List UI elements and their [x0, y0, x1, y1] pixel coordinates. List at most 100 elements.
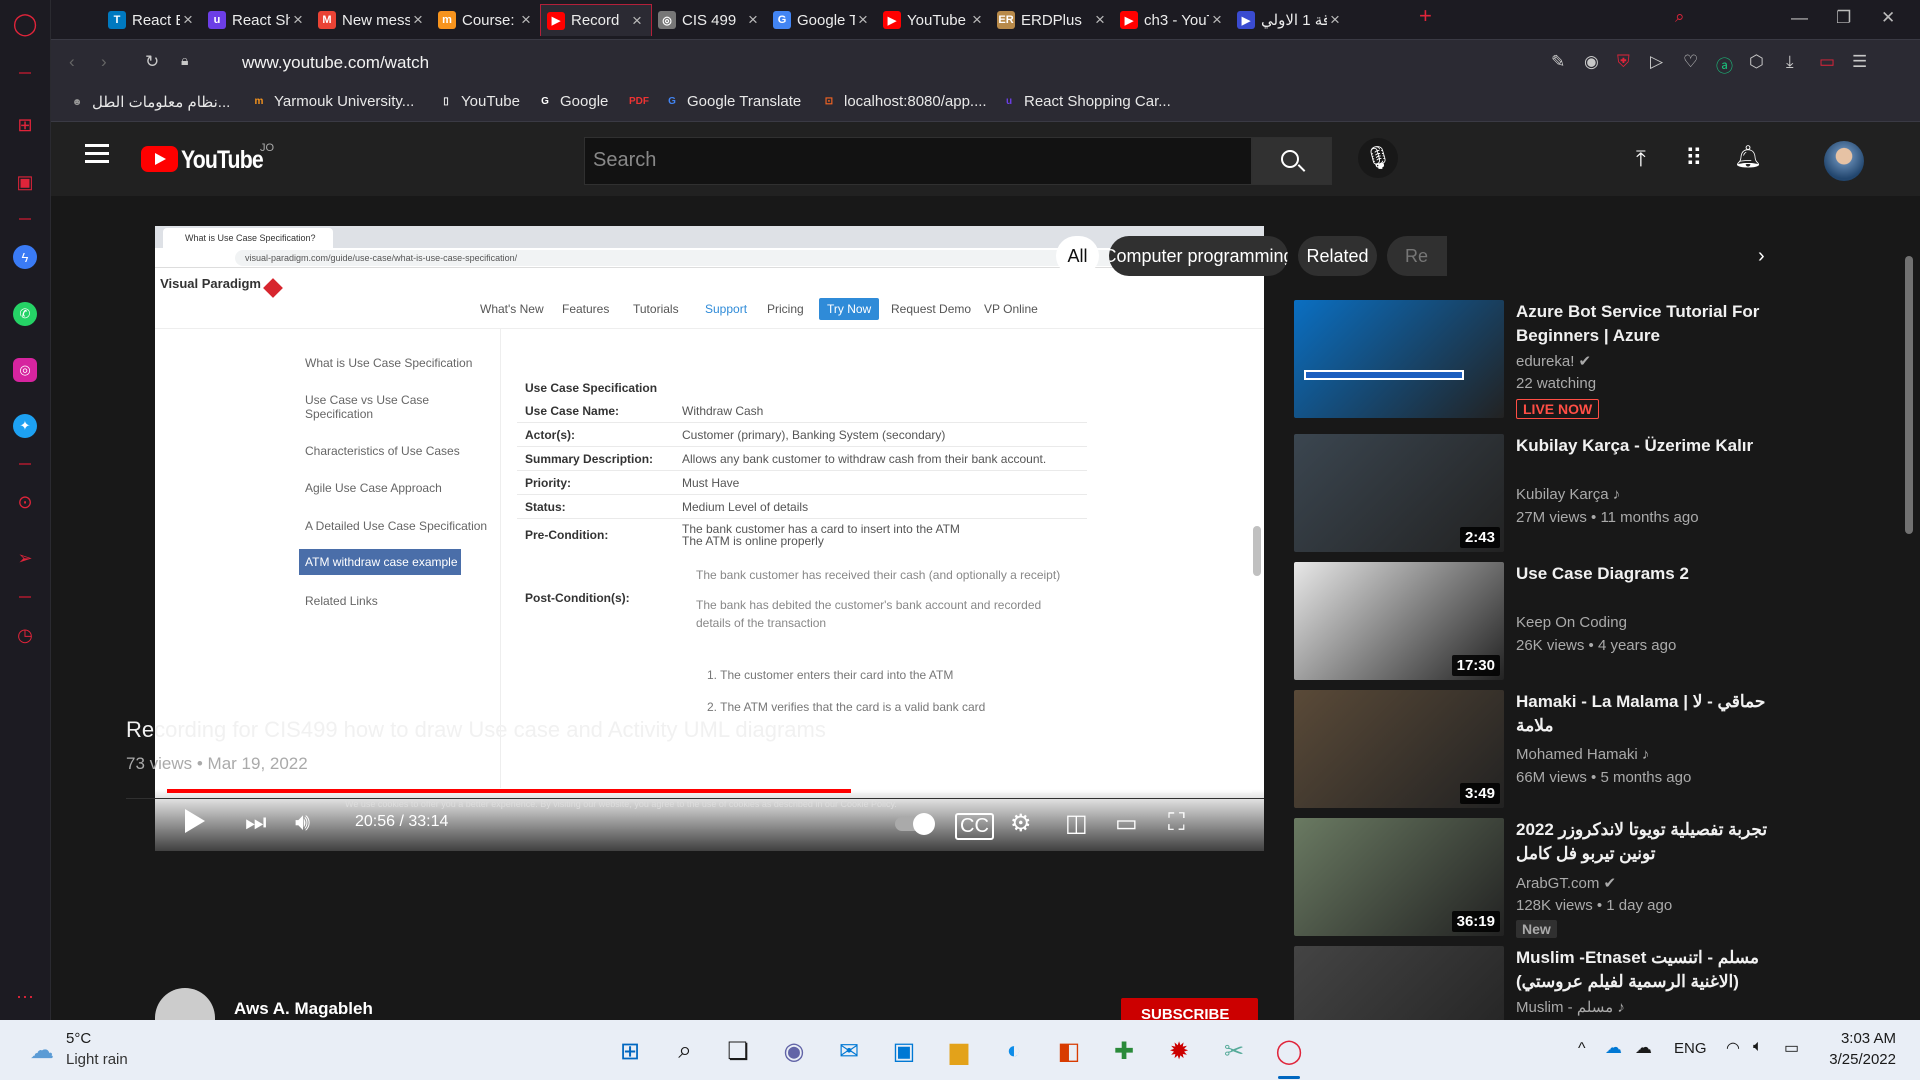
search-button[interactable] [1252, 137, 1332, 185]
like-icon[interactable]: 👍︎ [793, 754, 814, 778]
channel-avatar[interactable] [155, 988, 215, 1020]
related-video[interactable]: 36:19 تجربة تفصيلية تويوتا لاندكروزر 2022… [1294, 818, 1794, 938]
tab-close-icon[interactable]: × [969, 10, 985, 30]
file-explorer-icon[interactable]: ▆ [944, 1036, 974, 1066]
share-icon[interactable]: ➦ [991, 754, 1008, 779]
like-count[interactable]: 1 [827, 756, 836, 776]
extension-a-icon[interactable]: ⓐ [1716, 52, 1733, 77]
language-indicator[interactable]: ENG [1674, 1040, 1707, 1057]
shopping-bag-icon[interactable]: ⊞ [13, 113, 37, 137]
dislike-button[interactable]: DISLIKE [901, 756, 968, 776]
tab-close-icon[interactable]: × [855, 10, 871, 30]
mail-icon[interactable]: ✉ [834, 1036, 864, 1066]
snap-icon[interactable]: ✎ [1551, 52, 1565, 72]
speaker-icon[interactable]: 🔈︎ [1753, 1038, 1763, 1056]
tab-close-icon[interactable]: × [1327, 10, 1343, 30]
miniplayer-button[interactable]: ◫ [1065, 809, 1088, 838]
url-text[interactable]: www.youtube.com/watch [242, 53, 429, 73]
tab-close-icon[interactable]: × [1209, 10, 1225, 30]
app-red-icon[interactable]: ✹ [1164, 1036, 1194, 1066]
microphone-icon[interactable]: 🎙︎ [1358, 138, 1398, 178]
weather-condition[interactable]: Light rain [66, 1051, 128, 1068]
maximize-button[interactable]: ❐ [1836, 8, 1851, 28]
hamburger-menu-icon[interactable] [85, 144, 109, 147]
clock-date[interactable]: 3/25/2022 [1820, 1051, 1896, 1068]
video-thumbnail[interactable]: 2:43 [1294, 434, 1504, 552]
share-button[interactable]: SHARE [1029, 756, 1089, 776]
send-icon[interactable]: ➢ [13, 546, 37, 570]
related-video[interactable]: 2:43 Kubilay Karça - Üzerime Kalır Kubilay… [1294, 434, 1794, 552]
reload-icon[interactable]: ↻ [145, 52, 159, 72]
weather-temp[interactable]: 5°C [66, 1030, 91, 1047]
settings-gear-icon[interactable]: ⚙ [1010, 809, 1032, 838]
save-icon[interactable]: ≡+ [1115, 754, 1138, 777]
player-icon[interactable]: ⊙ [13, 490, 37, 514]
channel-name[interactable]: Aws A. Magableh [234, 999, 373, 1019]
fullscreen-button[interactable]: ⛶ [1168, 809, 1185, 837]
related-video-title[interactable]: Muslim -Etnaset مسلم - اتنسيت (الاغنية ا… [1516, 946, 1776, 994]
related-video-title[interactable]: Azure Bot Service Tutorial For Beginners… [1516, 300, 1776, 348]
related-video-channel[interactable]: Keep On Coding [1516, 614, 1627, 631]
twitch-icon[interactable]: ▣ [13, 170, 37, 194]
filter-chip[interactable]: Computer programming [1109, 236, 1288, 276]
taskbar-search-icon[interactable]: ⌕ [670, 1036, 700, 1066]
bookmark-item[interactable]: ⊡ localhost:8080/app.... [821, 93, 987, 110]
related-video[interactable]: 17:30 Use Case Diagrams 2 Keep On Coding 26… [1294, 562, 1794, 680]
autoplay-toggle[interactable] [895, 813, 935, 835]
save-button[interactable]: SAVE [1151, 756, 1196, 776]
related-video[interactable]: Azure Bot Service Tutorial For Beginners… [1294, 300, 1794, 419]
tab-close-icon[interactable]: × [745, 10, 761, 30]
tab-close-icon[interactable]: × [410, 10, 426, 30]
tab[interactable]: ER ERDPlus × [991, 4, 1114, 36]
bookmark-item[interactable]: ☻ نظام معلومات الطل... [69, 93, 231, 111]
flow-icon[interactable]: ▷ [1650, 52, 1663, 72]
chevron-right-icon[interactable]: › [1758, 245, 1765, 268]
bookmark-item[interactable]: G Google [537, 93, 608, 110]
tab-close-icon[interactable]: × [180, 10, 196, 30]
video-thumbnail[interactable] [1294, 300, 1504, 418]
tab-close-icon[interactable]: × [518, 10, 534, 30]
tab[interactable]: ▶ YouTube - × [877, 4, 991, 36]
bookmark-item[interactable]: ▯ YouTube [438, 93, 520, 110]
start-icon[interactable]: ⊞ [615, 1036, 645, 1066]
related-video-title[interactable]: تجربة تفصيلية تويوتا لاندكروزر 2022 توني… [1516, 818, 1776, 866]
subscribe-button[interactable]: SUBSCRIBE [1121, 998, 1258, 1020]
twitter-icon[interactable]: ✦ [13, 414, 37, 438]
more-icon[interactable]: ⋯ [13, 985, 37, 1009]
filter-chip[interactable]: Related [1298, 236, 1377, 276]
filter-chip[interactable]: Re [1387, 236, 1447, 276]
clock-time[interactable]: 3:03 AM [1820, 1030, 1896, 1047]
tab-close-icon[interactable]: × [1092, 10, 1108, 30]
more-actions-icon[interactable]: ⋯ [1227, 750, 1249, 776]
notifications-bell-icon[interactable]: 🔔︎ [1734, 144, 1762, 170]
related-video-channel[interactable]: edureka! ✔ [1516, 352, 1591, 370]
tab[interactable]: ◎ CIS 499 × [652, 4, 767, 36]
instagram-icon[interactable]: ◎ [13, 358, 37, 382]
battery-icon[interactable]: ▭ [1784, 1038, 1799, 1058]
filter-chip[interactable]: All [1056, 236, 1099, 276]
task-view-icon[interactable]: ❏ [723, 1036, 753, 1066]
tab[interactable]: M New messa× [312, 4, 432, 36]
forward-icon[interactable]: › [101, 52, 107, 72]
tab[interactable]: ▶ قة 1 الاولي× [1231, 4, 1349, 36]
subtitles-button[interactable]: CC [955, 813, 994, 840]
battery-saver-icon[interactable]: ▭ [1819, 52, 1835, 72]
edge-icon[interactable]: ◐ [999, 1036, 1029, 1066]
easy-setup-icon[interactable]: ☰ [1852, 52, 1867, 72]
related-video[interactable]: Muslim -Etnaset مسلم - اتنسيت (الاغنية ا… [1294, 946, 1794, 1020]
wifi-icon[interactable]: ◠ [1726, 1038, 1740, 1058]
close-window-button[interactable]: ✕ [1881, 8, 1895, 28]
tab[interactable]: m Course: رح× [432, 4, 540, 36]
camera-icon[interactable]: ◉ [1584, 52, 1599, 72]
youtube-logo-icon[interactable] [141, 146, 178, 172]
cloud-icon[interactable]: ☁ [1635, 1038, 1652, 1058]
bookmark-item[interactable]: PDF [629, 93, 654, 109]
cube-icon[interactable]: ⬡ [1749, 52, 1764, 72]
tab-close-icon[interactable]: × [629, 11, 645, 31]
progress-bar[interactable] [167, 789, 1252, 793]
search-tabs-icon[interactable]: ⌕ [1675, 7, 1685, 27]
download-icon[interactable]: ⤓ [1786, 52, 1794, 72]
whatsapp-icon[interactable]: ✆ [13, 302, 37, 326]
related-video-channel[interactable]: ArabGT.com ✔ [1516, 874, 1616, 892]
apps-icon[interactable]: ⠿ [1685, 144, 1703, 173]
